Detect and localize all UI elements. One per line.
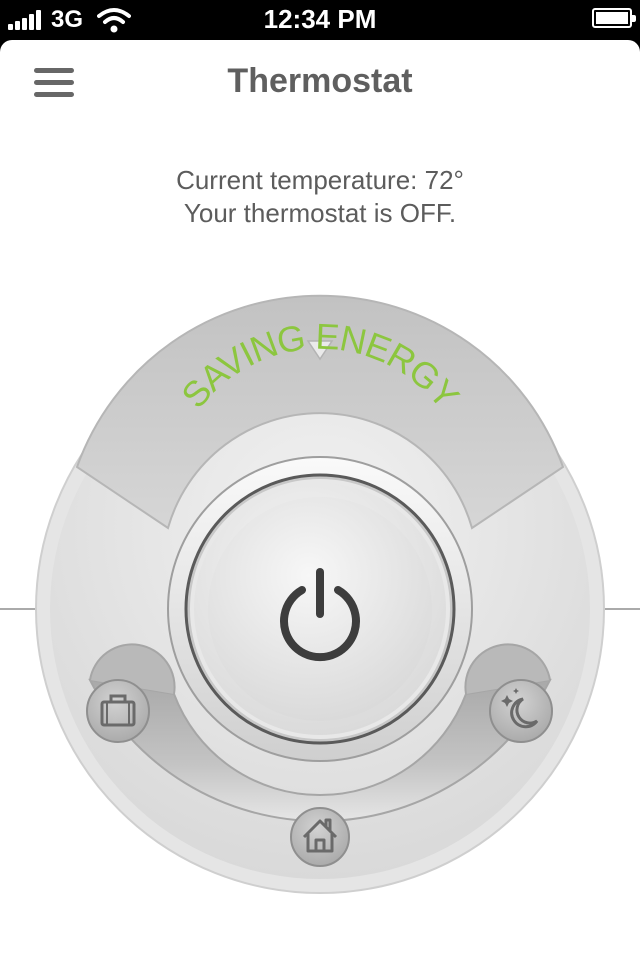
battery-icon	[592, 8, 636, 28]
power-button[interactable]	[190, 479, 450, 739]
sleep-mode-button[interactable]	[489, 679, 553, 743]
status-bar: 3G 12:34 PM	[0, 0, 640, 40]
app-screen: Thermostat Current temperature: 72° Your…	[0, 40, 640, 960]
thermostat-dial: SAVING ENERGY	[0, 294, 640, 894]
away-mode-button[interactable]	[86, 679, 150, 743]
status-time: 12:34 PM	[263, 4, 377, 34]
home-mode-button[interactable]	[290, 807, 350, 867]
